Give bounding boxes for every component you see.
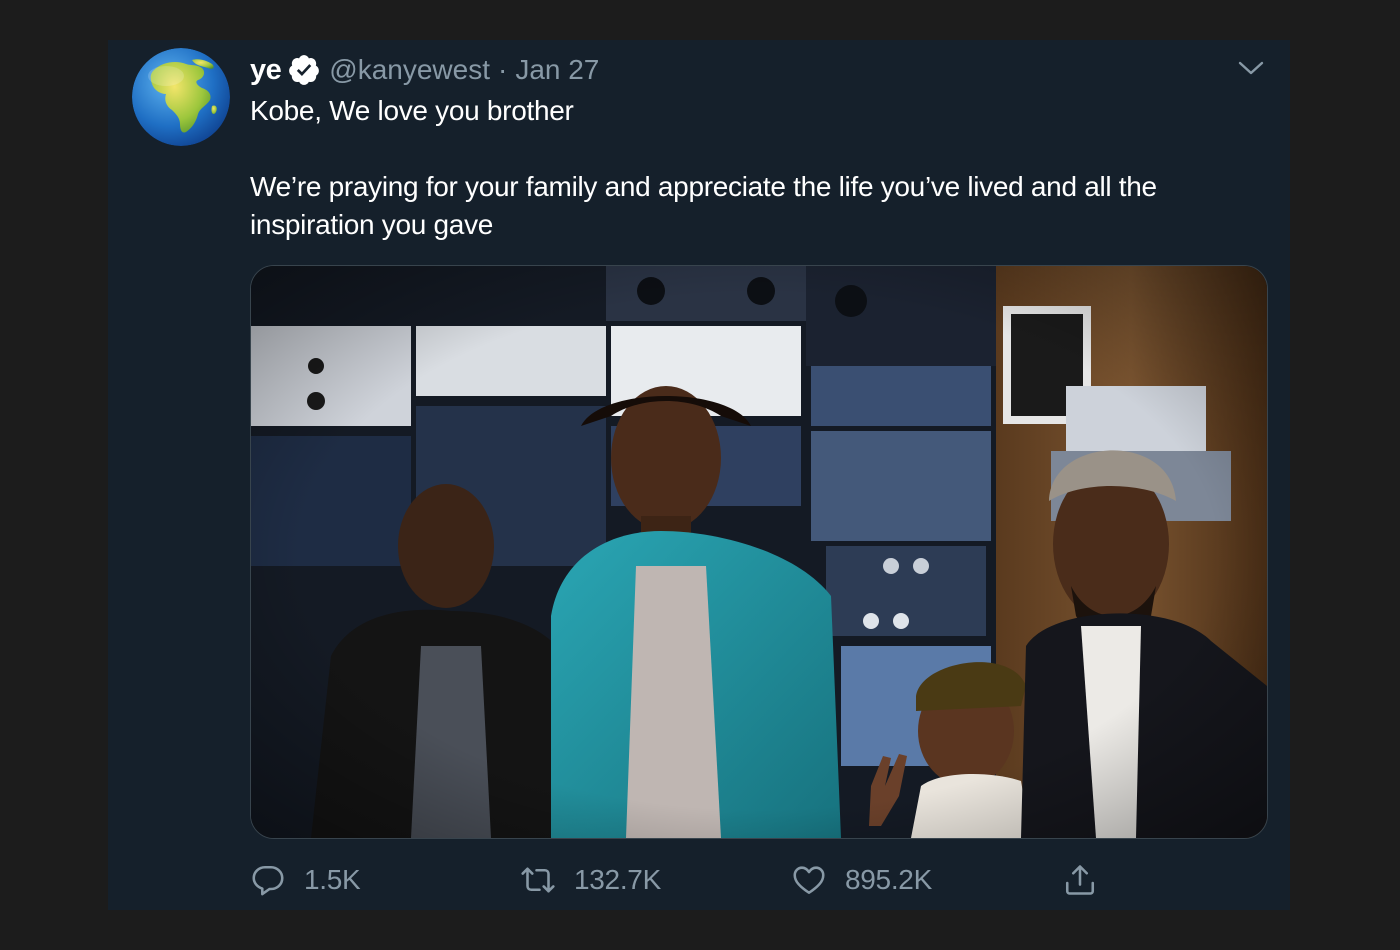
chevron-down-icon[interactable]	[1236, 56, 1266, 80]
share-icon	[1062, 862, 1098, 898]
tweet-text: Kobe, We love you brother We’re praying …	[250, 92, 1250, 244]
globe-africa-icon	[132, 48, 230, 146]
tweet-header: ye @kanyewest · Jan 27	[250, 50, 599, 90]
verified-badge-icon	[287, 53, 321, 87]
tweet-text-line: Kobe, We love you brother	[250, 95, 574, 126]
handle[interactable]: @kanyewest	[329, 54, 490, 86]
tweet-text-line: We’re praying for your family and apprec…	[250, 171, 1157, 240]
like-button[interactable]: 895.2K	[791, 855, 932, 905]
tweet-actions: 1.5K 132.7K 895.2K	[250, 855, 1150, 905]
like-count: 895.2K	[845, 864, 932, 895]
studio-photo-image	[251, 266, 1267, 838]
avatar[interactable]	[132, 48, 230, 146]
heart-icon	[791, 862, 827, 898]
separator-dot: ·	[497, 54, 508, 85]
timestamp[interactable]: Jan 27	[515, 54, 599, 86]
tweet-card[interactable]: ye @kanyewest · Jan 27 Kobe, We love you…	[108, 40, 1290, 910]
display-name[interactable]: ye	[250, 54, 282, 87]
reply-button[interactable]: 1.5K	[250, 855, 361, 905]
retweet-icon	[520, 862, 556, 898]
share-button[interactable]	[1062, 855, 1098, 905]
reply-count: 1.5K	[304, 864, 361, 895]
tweet-photo[interactable]	[250, 265, 1268, 839]
retweet-count: 132.7K	[574, 864, 661, 895]
reply-icon	[250, 862, 286, 898]
retweet-button[interactable]: 132.7K	[520, 855, 661, 905]
